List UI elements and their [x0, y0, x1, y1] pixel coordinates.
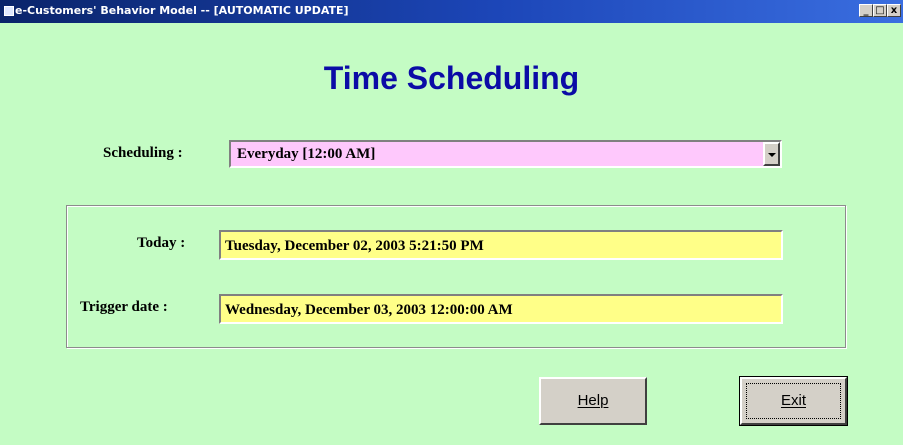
help-button[interactable]: Help [539, 377, 647, 425]
maximize-button[interactable]: □ [873, 4, 887, 17]
help-button-label: Help [577, 392, 609, 409]
window-controls: _ □ x [859, 4, 901, 17]
trigger-date-field[interactable]: Wednesday, December 03, 2003 12:00:00 AM [219, 294, 783, 324]
scheduling-selected-value: Everyday [12:00 AM] [237, 146, 376, 162]
trigger-date-label: Trigger date : [80, 299, 168, 315]
app-window: e-Customers' Behavior Model -- [AUTOMATI… [0, 0, 903, 445]
close-button[interactable]: x [887, 4, 901, 17]
chevron-down-icon[interactable] [763, 142, 780, 166]
today-field[interactable]: Tuesday, December 02, 2003 5:21:50 PM [219, 230, 783, 260]
page-title: Time Scheduling [323, 60, 580, 96]
scheduling-select[interactable]: Everyday [12:00 AM] [229, 140, 782, 168]
dates-group-box [66, 205, 846, 348]
window-title: e-Customers' Behavior Model -- [AUTOMATI… [15, 4, 349, 17]
exit-button[interactable]: Exit [739, 376, 848, 426]
app-icon[interactable] [4, 6, 14, 16]
exit-button-label: Exit [780, 392, 806, 409]
title-bar[interactable]: e-Customers' Behavior Model -- [AUTOMATI… [0, 0, 903, 23]
scheduling-label: Scheduling : [103, 145, 183, 161]
minimize-button[interactable]: _ [859, 4, 873, 17]
today-label: Today : [137, 235, 186, 251]
